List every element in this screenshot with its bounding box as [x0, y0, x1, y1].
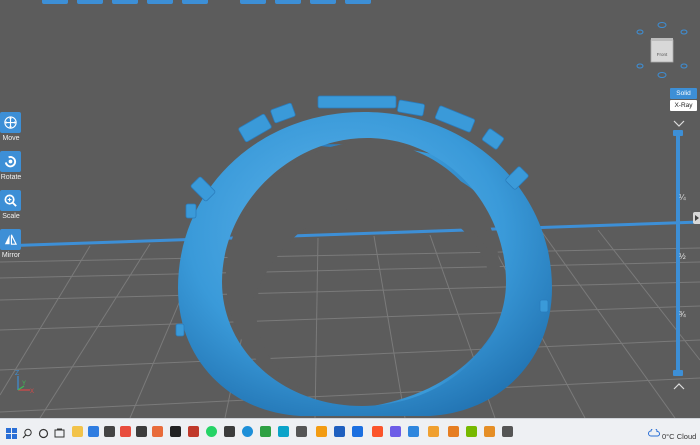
app-icon[interactable]: [278, 426, 289, 437]
toolbar-button[interactable]: [310, 0, 336, 4]
mirror-label: Mirror: [1, 252, 21, 259]
toolbar-button[interactable]: [345, 0, 371, 4]
rotate-icon: [4, 156, 17, 168]
x-axis-line: [0, 220, 700, 248]
app-icon[interactable]: [352, 426, 363, 437]
app-icon[interactable]: [188, 426, 199, 437]
mirror-button[interactable]: [0, 229, 21, 250]
view-cube-face-label: Front: [656, 52, 668, 57]
mirror-icon: [4, 234, 18, 245]
axis-z-label: Z: [15, 370, 20, 377]
windows-taskbar: [0, 418, 700, 445]
whatsapp-icon[interactable]: [206, 426, 217, 437]
toolbar-button[interactable]: [42, 0, 68, 4]
3d-viewport[interactable]: Z Y X Move Rotate Scale Mirror Front Sol…: [0, 0, 700, 418]
move-label: Move: [2, 135, 20, 142]
app-icon[interactable]: [316, 426, 327, 437]
task-view-icon[interactable]: [54, 426, 65, 438]
scale-label: Scale: [2, 213, 20, 220]
rotate-button[interactable]: [0, 151, 21, 172]
app-icon[interactable]: [224, 426, 235, 437]
toolbar-button[interactable]: [275, 0, 301, 4]
tool-rotate[interactable]: Rotate: [0, 151, 22, 181]
toolbar-button[interactable]: [112, 0, 138, 4]
app-icon[interactable]: [448, 426, 459, 437]
axis-x-label: X: [30, 389, 34, 395]
slider-label-quarter: ¼: [679, 193, 686, 202]
rotate-label: Rotate: [0, 174, 22, 181]
app-icon[interactable]: [390, 426, 401, 437]
chevron-down-icon[interactable]: [671, 118, 687, 130]
app-icon[interactable]: [136, 426, 147, 437]
app-icon[interactable]: [408, 426, 419, 437]
toolbar-button[interactable]: [240, 0, 266, 4]
nvidia-icon[interactable]: [466, 426, 477, 437]
app-icon[interactable]: [502, 426, 513, 437]
scale-button[interactable]: [0, 190, 21, 211]
search-icon[interactable]: [22, 426, 33, 439]
app-icon[interactable]: [120, 426, 131, 437]
scene-canvas[interactable]: Z Y X: [0, 0, 700, 418]
weather-condition: Cloud: [676, 432, 697, 441]
app-icon[interactable]: [88, 426, 99, 437]
chevron-right-icon: [694, 215, 699, 221]
chevron-up-icon[interactable]: [671, 380, 687, 392]
toolbar-button[interactable]: [147, 0, 173, 4]
xray-view-button[interactable]: X-Ray: [670, 100, 697, 111]
app-icon[interactable]: [104, 426, 115, 437]
view-cube-graphic: [636, 22, 688, 78]
move-icon: [4, 116, 17, 129]
tool-mirror[interactable]: Mirror: [0, 229, 22, 259]
cortana-icon[interactable]: [38, 426, 49, 439]
axis-y-label: Y: [22, 381, 26, 387]
app-icon[interactable]: [296, 426, 307, 437]
edge-icon[interactable]: [242, 426, 253, 437]
solid-view-button[interactable]: Solid: [670, 88, 697, 99]
weather-temp: 0°C: [662, 432, 675, 441]
app-icon[interactable]: [170, 426, 181, 437]
brave-icon[interactable]: [372, 426, 383, 437]
weather-widget[interactable]: 0°C Cloud: [662, 432, 696, 441]
toolbar-button[interactable]: [77, 0, 103, 4]
slider-label-three-quarter: ¾: [679, 310, 686, 319]
app-icon[interactable]: [334, 426, 345, 437]
app-icon[interactable]: [260, 426, 271, 437]
scale-icon: [4, 194, 17, 207]
app-icon[interactable]: [484, 426, 495, 437]
file-explorer-icon[interactable]: [72, 426, 83, 437]
move-button[interactable]: [0, 112, 21, 133]
tool-move[interactable]: Move: [0, 112, 22, 142]
toolbar-button[interactable]: [182, 0, 208, 4]
app-icon[interactable]: [152, 426, 163, 437]
app-icon[interactable]: [428, 426, 439, 437]
build-plate-grid: [0, 229, 700, 418]
windows-start-icon[interactable]: [6, 426, 17, 439]
view-cube[interactable]: Front: [634, 18, 690, 82]
tool-scale[interactable]: Scale: [0, 190, 22, 220]
panel-expand-button[interactable]: [693, 212, 700, 224]
cloud-icon: [648, 429, 660, 437]
slider-handle-bottom[interactable]: [673, 370, 683, 376]
slider-label-half: ½: [679, 252, 686, 261]
